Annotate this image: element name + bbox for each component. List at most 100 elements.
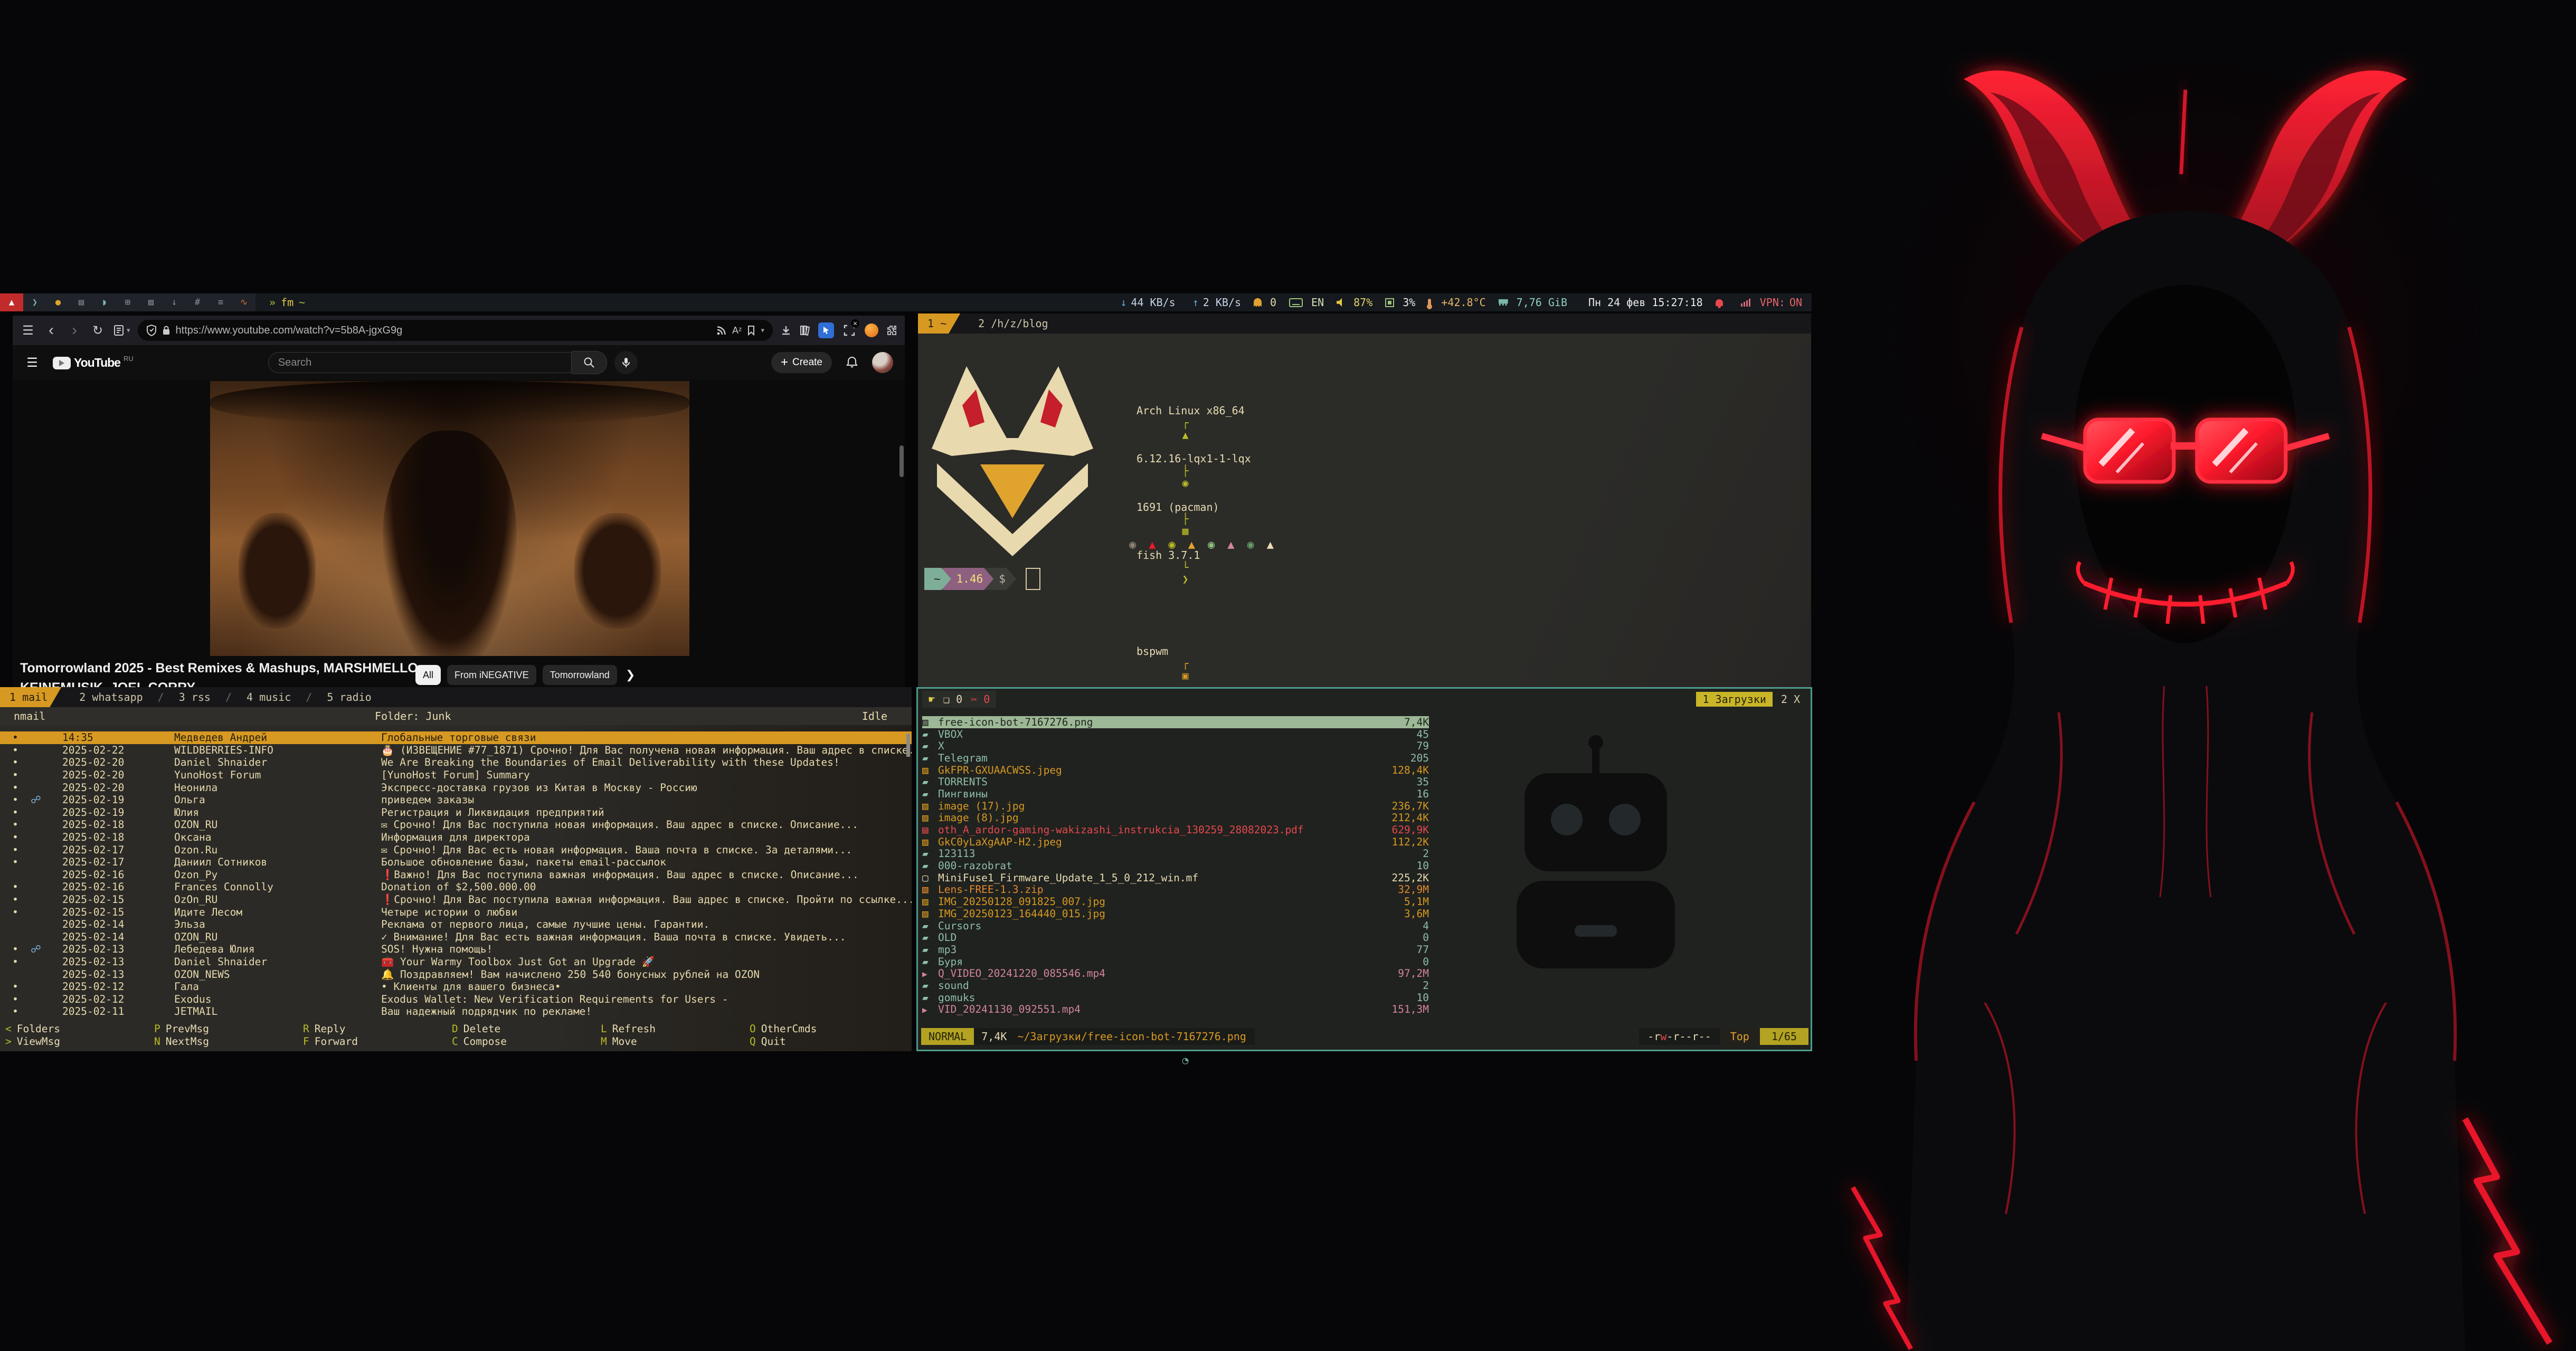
file-row[interactable]: free-icon-bot-7167276.png 7,4K: [922, 716, 1429, 728]
file-row[interactable]: gomuks 10: [922, 992, 1429, 1004]
workspace-icon[interactable]: ◗: [93, 293, 116, 311]
file-row[interactable]: TORRENTS 35: [922, 776, 1429, 788]
message-row[interactable]: • 2025-02-20 Неонила Экспресс-доставка г…: [0, 781, 912, 794]
adblock-extension-icon[interactable]: [865, 324, 878, 337]
forward-icon[interactable]: ›: [67, 321, 82, 339]
screenshot-icon[interactable]: ✕: [841, 322, 857, 338]
message-row[interactable]: 2025-02-14 Эльза Реклама от первого лица…: [0, 918, 912, 931]
file-row[interactable]: OLD 0: [922, 931, 1429, 944]
file-row[interactable]: 000-razobrat 10: [922, 860, 1429, 872]
create-button[interactable]: + Create: [771, 352, 832, 373]
message-row[interactable]: 2025-02-16 Ozon_Py ❗Важно! Для Вас посту…: [0, 869, 912, 881]
workspace-icon[interactable]: #: [186, 293, 209, 311]
back-icon[interactable]: ‹: [43, 321, 59, 339]
file-row[interactable]: mp3 77: [922, 944, 1429, 956]
message-row[interactable]: • 2025-02-15 Идите Лесом Четыре истории …: [0, 906, 912, 918]
message-row[interactable]: • 2025-02-18 Оксана Информация для дирек…: [0, 831, 912, 844]
search-input[interactable]: Search: [268, 352, 572, 373]
file-row[interactable]: Telegram 205: [922, 752, 1429, 764]
file-row[interactable]: oth_A_ardor-gaming-wakizashi_instrukcia_…: [922, 824, 1429, 836]
chips-more-icon[interactable]: ❯: [626, 668, 635, 682]
notifications-bell-icon[interactable]: [846, 356, 858, 369]
pointer-extension-icon[interactable]: [818, 322, 834, 338]
file-row[interactable]: sound 2: [922, 979, 1429, 992]
file-row[interactable]: GkFPR-GXUAACWSS.jpeg 128,4K: [922, 764, 1429, 776]
extensions-puzzle-icon[interactable]: [886, 325, 897, 336]
file-row[interactable]: MiniFuse1_Firmware_Update_1_5_0_212_win.…: [922, 872, 1429, 884]
message-row[interactable]: 2025-02-14 OZON_RU ✓ Внимание! Для Вас е…: [0, 931, 912, 944]
bookmark-caret-icon[interactable]: ▾: [761, 326, 764, 335]
tab-home[interactable]: 1 ~: [918, 313, 960, 334]
filter-chip[interactable]: All: [415, 665, 441, 685]
workspace-icon[interactable]: ∿: [232, 293, 255, 311]
workspace-icon[interactable]: ⊞: [116, 293, 139, 311]
file-row[interactable]: GkC0yLaXgAAP-H2.jpeg 112,2K: [922, 836, 1429, 848]
translate-icon[interactable]: Aᶻ: [732, 325, 742, 336]
file-row[interactable]: Пингвины 16: [922, 788, 1429, 800]
file-row[interactable]: Q_VIDEO_20241220_085546.mp4 97,2M: [922, 967, 1429, 979]
file-row[interactable]: VBOX 45: [922, 728, 1429, 740]
mic-button[interactable]: [614, 351, 638, 374]
message-row[interactable]: 2025-02-13 OZON_NEWS 🔔 Поздравляем! Вам …: [0, 968, 912, 981]
message-row[interactable]: • 2025-02-11 JETMAIL Ваш надежный подряд…: [0, 1005, 912, 1018]
shield-icon[interactable]: [146, 325, 157, 336]
message-row[interactable]: • 2025-02-12 Exodus Exodus Wallet: New V…: [0, 993, 912, 1005]
tab-item[interactable]: 5 radio: [298, 691, 378, 703]
tab-item[interactable]: 2 whatsapp: [72, 691, 150, 703]
file-row[interactable]: IMG_20250123_164440_015.jpg 3,6M: [922, 908, 1429, 920]
workspace-icon[interactable]: ▨: [139, 293, 163, 311]
filter-chip[interactable]: From iNEGATIVE: [447, 665, 536, 685]
message-row[interactable]: • ☍ 2025-02-13 Лебедева Юлия SOS! Нужна …: [0, 943, 912, 956]
file-row[interactable]: IMG_20250128_091825_007.jpg 5,1M: [922, 896, 1429, 908]
file-row[interactable]: Lens-FREE-1.3.zip 32,9M: [922, 884, 1429, 896]
workspace-icon[interactable]: ❯: [23, 293, 46, 311]
video-player[interactable]: [210, 381, 689, 656]
message-row[interactable]: • 2025-02-13 Daniel Shnaider 🧰 Your Warm…: [0, 956, 912, 968]
mail-scrollbar[interactable]: [906, 734, 910, 757]
message-row[interactable]: • 2025-02-15 OzOn_RU ❗Срочно! Для Вас по…: [0, 893, 912, 906]
workspace-icon[interactable]: ●: [46, 293, 70, 311]
message-row[interactable]: • 2025-02-17 Даниил Сотников Большое обн…: [0, 856, 912, 869]
url-bar[interactable]: https://www.youtube.com/watch?v=5b8A-jgx…: [138, 320, 773, 341]
file-row[interactable]: VID_20241130_092551.mp4 151,3M: [922, 1004, 1429, 1016]
message-row[interactable]: • 2025-02-17 Ozon.Ru ✉ Срочно! Для Вас е…: [0, 843, 912, 856]
file-row[interactable]: Cursors 4: [922, 920, 1429, 932]
lock-icon[interactable]: [162, 325, 171, 336]
menu-icon[interactable]: ☰: [20, 323, 36, 338]
message-row[interactable]: • 14:35 Медведев Андрей Глобальные торго…: [0, 731, 912, 744]
message-row[interactable]: • 2025-02-20 Daniel Shnaider We Are Brea…: [0, 756, 912, 769]
message-row[interactable]: • 2025-02-12 Гала • Клиенты для вашего б…: [0, 981, 912, 993]
filter-chip[interactable]: Tomorrowland: [543, 665, 617, 685]
reader-mode-icon[interactable]: ▾: [113, 325, 130, 336]
tab-item[interactable]: 3 rss: [150, 691, 218, 703]
bookmark-icon[interactable]: [747, 325, 755, 336]
workspace-icon[interactable]: ▤: [70, 293, 93, 311]
message-row[interactable]: • 2025-02-18 OZON_RU ✉ Срочно! Для Вас п…: [0, 819, 912, 831]
library-icon[interactable]: [799, 325, 811, 336]
search-button[interactable]: [572, 351, 607, 374]
download-icon[interactable]: [780, 325, 792, 336]
workspace-icon[interactable]: ▲: [0, 293, 23, 311]
message-row[interactable]: • 2025-02-19 Юлия Регистрация и Ликвидац…: [0, 806, 912, 819]
file-row[interactable]: X 79: [922, 740, 1429, 752]
rss-icon[interactable]: [716, 325, 727, 336]
tab-mail[interactable]: 1 mail: [0, 687, 61, 707]
tab-blog[interactable]: 2 /h/z/blog: [971, 317, 1055, 330]
workspace-icon[interactable]: ↓: [163, 293, 186, 311]
file-row[interactable]: 123113 2: [922, 848, 1429, 860]
file-row[interactable]: image (17).jpg 236,7K: [922, 800, 1429, 812]
workspace-icon[interactable]: ≡: [209, 293, 232, 311]
message-row[interactable]: • ☍ 2025-02-19 Ольга приведем заказы: [0, 794, 912, 806]
file-row[interactable]: image (8).jpg 212,4K: [922, 812, 1429, 824]
terminal-cursor[interactable]: [1026, 568, 1040, 590]
browser-scrollbar[interactable]: [899, 445, 904, 477]
youtube-logo[interactable]: YouTube RU: [53, 356, 134, 370]
tab-item[interactable]: 4 music: [218, 691, 298, 703]
message-row[interactable]: • 2025-02-22 WILDBERRIES-INFO 🎂 (ИЗВЕЩЕН…: [0, 744, 912, 757]
avatar[interactable]: [872, 352, 893, 373]
message-row[interactable]: • 2025-02-20 YunoHost Forum [YunoHost Fo…: [0, 769, 912, 782]
tab-other[interactable]: 2 X: [1778, 692, 1803, 707]
reload-icon[interactable]: ↻: [90, 323, 106, 338]
hand-pointer-icon[interactable]: ☛: [929, 693, 935, 706]
url-text[interactable]: https://www.youtube.com/watch?v=5b8A-jgx…: [176, 325, 711, 337]
